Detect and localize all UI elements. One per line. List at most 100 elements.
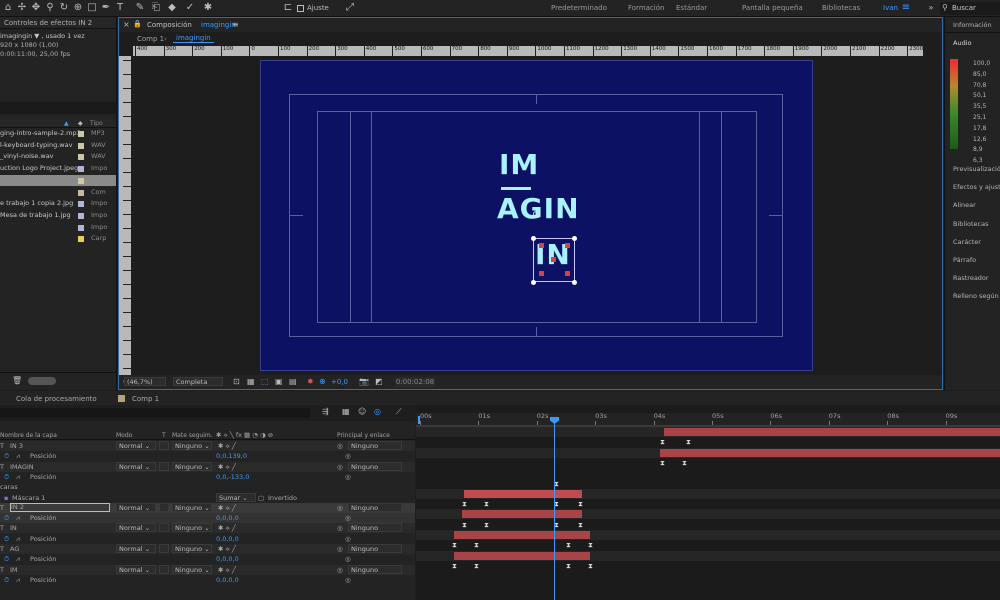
track-row[interactable]: ⧗ ⧗ ⧗ ⧗: [416, 520, 1000, 530]
track-row[interactable]: [416, 447, 1000, 458]
layer-duration-bar[interactable]: [464, 489, 582, 498]
property-value[interactable]: 0,0,0,0: [216, 534, 239, 544]
panel-section[interactable]: Bibliotecas: [953, 220, 988, 228]
overflow-icon[interactable]: »: [925, 2, 937, 14]
timeline-row-layer[interactable]: T IM Normal ⌄ Ninguno ⌄ ✱ ⟡ ╱ ◎ Ninguno: [0, 564, 415, 575]
blend-mode-dropdown[interactable]: Normal ⌄: [116, 564, 156, 574]
motion-blur-icon[interactable]: ◎: [374, 407, 381, 416]
graph-icon[interactable]: ⩘: [16, 451, 20, 461]
workspace-bibliotecas[interactable]: Bibliotecas: [822, 4, 860, 12]
panel-section[interactable]: Previsualización: [953, 165, 1000, 173]
transparency-grid-icon[interactable]: ▦: [247, 377, 255, 386]
graph-editor-icon[interactable]: ⟋: [396, 407, 402, 417]
project-item[interactable]: Carp: [0, 233, 116, 244]
brush-tool-icon[interactable]: ✎: [134, 2, 146, 14]
parent-header[interactable]: Principal y enlace: [337, 432, 390, 439]
color-management-icon[interactable]: ✸: [307, 377, 314, 386]
pickwhip-icon[interactable]: ◎: [345, 513, 351, 523]
stopwatch-icon[interactable]: ⏱: [4, 534, 9, 544]
pickwhip-icon[interactable]: ◎: [345, 451, 351, 461]
lock-icon[interactable]: 🔒: [133, 20, 142, 28]
snapshot-icon[interactable]: 📷: [359, 377, 369, 386]
mask-vertex[interactable]: [565, 243, 570, 248]
timeline-row-layer[interactable]: T IMAGIN Normal ⌄ Ninguno ⌄ ✱ ⟡ ╱ ◎ Ninguno: [0, 461, 415, 472]
roto-tool-icon[interactable]: ✓: [184, 2, 196, 14]
keyframe-icon[interactable]: ⧗: [474, 541, 479, 549]
project-item[interactable]: Impo: [0, 222, 116, 233]
show-snapshot-icon[interactable]: ◩: [375, 377, 383, 386]
timeline-row-prop[interactable]: ⏱ ⩘ Posición 0,0,0,0 ◎: [0, 554, 415, 564]
transform-handle[interactable]: [572, 280, 577, 285]
graph-icon[interactable]: ⩘: [16, 513, 20, 523]
trash-icon[interactable]: 🗑: [12, 376, 22, 385]
mask-mode-dropdown[interactable]: Sumar ⌄: [216, 492, 256, 502]
pickwhip-icon[interactable]: ◎: [345, 575, 351, 585]
hand-tool-icon[interactable]: ✥: [30, 2, 42, 14]
layer-name-header[interactable]: Nombre de la capa: [0, 432, 57, 439]
panel-menu-icon[interactable]: ≡: [232, 20, 239, 29]
project-search-input[interactable]: [0, 102, 116, 114]
shy-icon[interactable]: ☺: [358, 407, 366, 416]
label-color-swatch[interactable]: [78, 154, 84, 161]
composition-tab-name[interactable]: imagingin: [201, 21, 236, 29]
layer-duration-bar[interactable]: [454, 551, 590, 560]
matte-header[interactable]: Mate seguim.: [172, 432, 213, 439]
t-header[interactable]: T: [162, 432, 166, 439]
transform-handle[interactable]: [572, 236, 577, 241]
render-queue-tab[interactable]: Cola de procesamiento: [16, 395, 97, 403]
keyframe-icon[interactable]: ⧗: [452, 541, 457, 549]
track-row[interactable]: ⧗ ⧗ ⧗ ⧗: [416, 499, 1000, 509]
layer-name[interactable]: IN 3: [10, 441, 23, 451]
blend-mode-dropdown[interactable]: Normal ⌄: [116, 544, 156, 553]
timeline-row-mask[interactable]: ▪ Máscara 1 Sumar ⌄ ▢ Invertido: [0, 492, 415, 503]
workspace-ivan[interactable]: Ivan: [883, 4, 898, 12]
mode-header[interactable]: Modo: [116, 432, 132, 439]
timeline-search-input[interactable]: [0, 408, 310, 418]
layer-switches-icon[interactable]: ✱ ⟡ ╱: [218, 565, 236, 575]
parent-dropdown[interactable]: Ninguno: [348, 564, 402, 574]
keyframe-icon[interactable]: ⧗: [462, 521, 467, 529]
project-item[interactable]: Mesa de trabajo 1.jpg Impo: [0, 210, 116, 221]
type-column-header[interactable]: Tipo: [90, 120, 103, 127]
property-value[interactable]: 0,0,-133,0: [216, 472, 249, 482]
layer-duration-bar[interactable]: [454, 531, 590, 539]
stopwatch-icon[interactable]: ⏱: [4, 451, 9, 461]
close-icon[interactable]: ×: [123, 20, 130, 29]
mask-name[interactable]: Máscara 1: [12, 493, 45, 503]
project-item[interactable]: uction Logo Project.jpeg Impo: [0, 163, 116, 174]
panel-section[interactable]: Relleno según el: [953, 292, 1000, 300]
preserve-transparency-checkbox[interactable]: [159, 441, 169, 450]
selection-tool-icon[interactable]: ✢: [16, 2, 28, 14]
resolution-dropdown[interactable]: Completa: [173, 377, 223, 386]
transform-handle[interactable]: [531, 280, 536, 285]
audio-panel-tab[interactable]: Audio: [953, 39, 971, 47]
timeline-row-group[interactable]: caras: [0, 482, 415, 492]
snap-options-icon[interactable]: ⤢: [344, 2, 356, 14]
track-matte-dropdown[interactable]: Ninguno ⌄: [172, 502, 212, 512]
layer-switches-icon[interactable]: ✱ ⟡ ╱: [218, 441, 236, 451]
sort-up-icon[interactable]: ▲: [64, 120, 69, 127]
search-input[interactable]: Buscar: [940, 2, 1000, 15]
parent-dropdown[interactable]: Ninguno: [348, 461, 402, 471]
timeline-row-prop[interactable]: ⏱ ⩘ Posición 0,0,-133,0 ◎: [0, 472, 415, 482]
layer-name[interactable]: IMAGIN: [10, 462, 34, 472]
project-item[interactable]: _vinyl-noise.wav WAV: [0, 151, 116, 162]
guides-icon[interactable]: ▣: [275, 377, 283, 386]
mask-vertex[interactable]: [539, 243, 544, 248]
current-time[interactable]: 0:00:02:08: [395, 377, 435, 387]
comp1-tab[interactable]: Comp 1: [132, 395, 159, 403]
label-color-swatch[interactable]: [78, 166, 84, 173]
mask-vertex[interactable]: [551, 257, 556, 262]
rotate-tool-icon[interactable]: ↻: [58, 2, 70, 14]
zoom-dropdown[interactable]: (46,7%): [124, 377, 166, 386]
timeline-row-layer[interactable]: T IN 3 Normal ⌄ Ninguno ⌄ ✱ ⟡ ╱ ◎ Ninguno: [0, 441, 415, 451]
blend-mode-dropdown[interactable]: Normal ⌄: [116, 441, 156, 450]
effects-controls-tab[interactable]: Controles de efectos IN 2: [4, 19, 92, 27]
mask-vertex[interactable]: [565, 271, 570, 276]
label-icon[interactable]: ◆: [78, 120, 83, 127]
anchor-point-icon[interactable]: [533, 211, 539, 217]
switches-header-icon[interactable]: ✱ ⟡ ╲ fx ▦ ◔ ◑ ⊚: [216, 431, 273, 440]
keyframe-icon[interactable]: ⧗: [660, 438, 665, 446]
mask-visibility-icon[interactable]: ⬚: [261, 377, 269, 386]
stopwatch-icon[interactable]: ⏱: [4, 472, 9, 482]
